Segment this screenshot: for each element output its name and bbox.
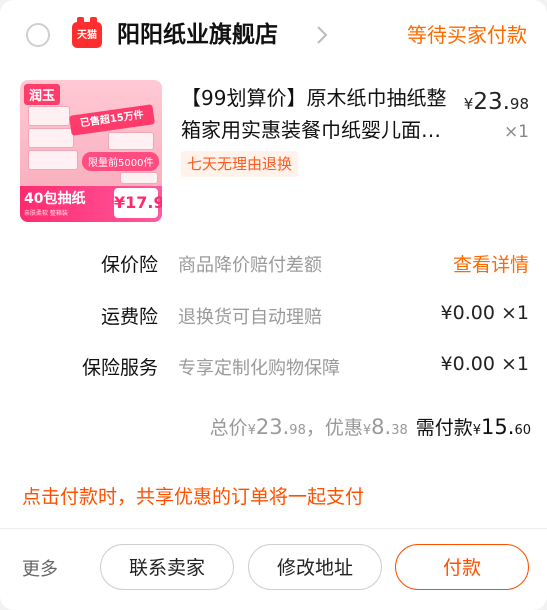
order-card: 天猫 阳阳纸业旗舰店 等待买家付款 润玉 已售超15万件 限量前5000件 40… [0, 0, 547, 610]
amount-due-dec: 60 [514, 423, 531, 438]
thumbnail-banner-sub: 亲肤柔软 整箱装 [24, 210, 68, 217]
item-price-int: 23. [473, 89, 510, 115]
select-order-radio[interactable] [26, 23, 50, 47]
thumbnail-price-tag: ¥17.9 [114, 188, 162, 218]
item-price: ¥23.98 [464, 89, 529, 115]
total-dec: 98 [289, 423, 306, 438]
order-status: 等待买家付款 [407, 23, 527, 47]
contact-seller-button[interactable]: 联系卖家 [100, 544, 234, 590]
item-quantity: ×1 [503, 122, 529, 142]
thumbnail-brand: 润玉 [24, 84, 61, 105]
edit-address-button[interactable]: 修改地址 [248, 544, 382, 590]
divider [0, 528, 547, 529]
service-label-price-protection: 保价险 [100, 254, 158, 276]
tmall-icon-text: 天猫 [77, 30, 97, 41]
total-label: 总价 [209, 417, 248, 439]
service-label-shipping-insurance: 运费险 [100, 306, 158, 328]
discount-currency: ¥ [362, 423, 372, 438]
service-price-insurance-service: ¥0.00 ×1 [440, 353, 529, 375]
product-thumbnail[interactable]: 润玉 已售超15万件 限量前5000件 40包抽纸 亲肤柔软 整箱装 ¥17.9 [20, 80, 162, 222]
amount-due-currency: ¥ [472, 423, 482, 438]
combined-payment-notice: 点击付款时，共享优惠的订单将一起支付 [22, 486, 365, 508]
thumbnail-banner-title: 40包抽纸 [24, 191, 86, 207]
more-menu[interactable]: 更多 [22, 555, 58, 581]
product-title[interactable]: 【99划算价】原木纸巾抽纸整箱家用实惠装餐巾纸婴儿面巾纸 [181, 82, 451, 146]
service-desc-insurance-service: 专享定制化购物保障 [178, 358, 340, 379]
thumbnail-limit-text: 限量前5000件 [82, 152, 160, 171]
tmall-icon: 天猫 [72, 17, 102, 48]
total-currency: ¥ [247, 423, 256, 438]
total-int: 23. [255, 415, 290, 439]
view-details-link[interactable]: 查看详情 [453, 250, 529, 277]
discount-dec: 38 [391, 423, 408, 438]
service-label-insurance-service: 保险服务 [81, 357, 158, 379]
order-totals: 总价¥23.98，优惠¥8.38 需付款¥15.60 [210, 413, 531, 440]
return-policy-badge: 七天无理由退换 [181, 151, 299, 177]
service-price-shipping-insurance: ¥0.00 ×1 [440, 302, 529, 324]
item-price-dec: 98 [509, 95, 529, 113]
discount-int: 8. [371, 415, 392, 439]
discount-label: 优惠 [324, 417, 363, 439]
service-desc-shipping-insurance: 退换货可自动理赔 [178, 307, 322, 328]
totals-separator: ， [305, 417, 325, 439]
chevron-right-icon[interactable] [312, 24, 332, 46]
amount-due-int: 15. [481, 415, 515, 439]
amount-due-label: 需付款 [415, 417, 473, 439]
item-price-currency: ¥ [463, 95, 474, 113]
pay-button[interactable]: 付款 [395, 544, 529, 590]
store-name[interactable]: 阳阳纸业旗舰店 [117, 18, 278, 52]
service-desc-price-protection: 商品降价赔付差额 [178, 255, 322, 276]
